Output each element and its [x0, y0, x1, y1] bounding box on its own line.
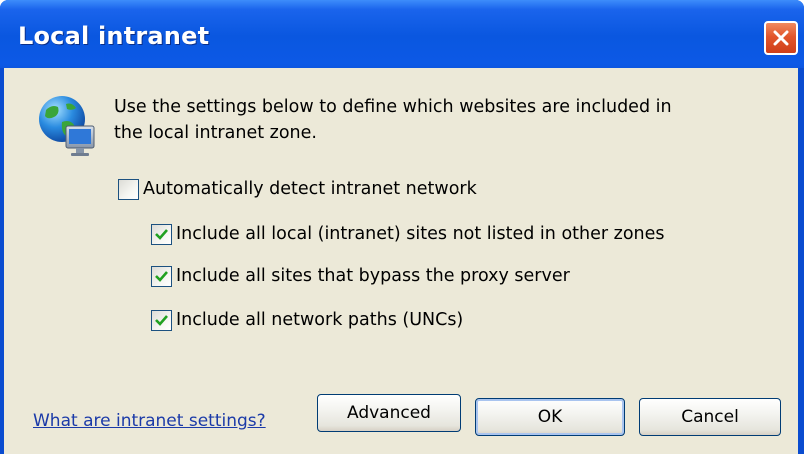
dialog-body: Use the settings below to define which w…: [4, 68, 798, 454]
close-button[interactable]: [764, 21, 798, 55]
include-network-paths-label: Include all network paths (UNCs): [176, 310, 464, 330]
include-local-sites-label: Include all local (intranet) sites not l…: [176, 224, 665, 244]
intranet-settings-help-link[interactable]: What are intranet settings?: [33, 411, 266, 431]
ok-button[interactable]: OK: [475, 398, 625, 436]
dialog-window: Local intranet Use the settings below to…: [0, 0, 804, 454]
include-bypass-proxy-label: Include all sites that bypass the proxy …: [176, 266, 570, 286]
description-line-1: Use the settings below to define which w…: [114, 97, 672, 117]
checkmark-icon: [155, 228, 168, 240]
include-network-paths-checkbox[interactable]: [151, 309, 172, 331]
cancel-button[interactable]: Cancel: [639, 398, 781, 436]
window-title: Local intranet: [18, 22, 210, 50]
auto-detect-checkbox-row[interactable]: Automatically detect intranet network: [118, 177, 477, 201]
include-network-paths-checkbox-row[interactable]: Include all network paths (UNCs): [151, 308, 463, 332]
include-local-sites-checkbox-row[interactable]: Include all local (intranet) sites not l…: [151, 222, 665, 246]
auto-detect-label: Automatically detect intranet network: [143, 179, 477, 199]
include-local-sites-checkbox[interactable]: [151, 223, 172, 245]
include-bypass-proxy-checkbox[interactable]: [151, 265, 172, 287]
checkmark-icon: [155, 270, 168, 282]
advanced-button[interactable]: Advanced: [317, 394, 461, 432]
zone-description: Use the settings below to define which w…: [114, 94, 764, 146]
description-line-2: the local intranet zone.: [114, 123, 317, 143]
network-globe-monitor-icon: [39, 96, 95, 156]
window-border-right: [798, 68, 804, 454]
include-bypass-proxy-checkbox-row[interactable]: Include all sites that bypass the proxy …: [151, 264, 570, 288]
checkmark-icon: [155, 314, 168, 326]
close-icon: [773, 30, 789, 46]
auto-detect-checkbox[interactable]: [118, 178, 139, 200]
